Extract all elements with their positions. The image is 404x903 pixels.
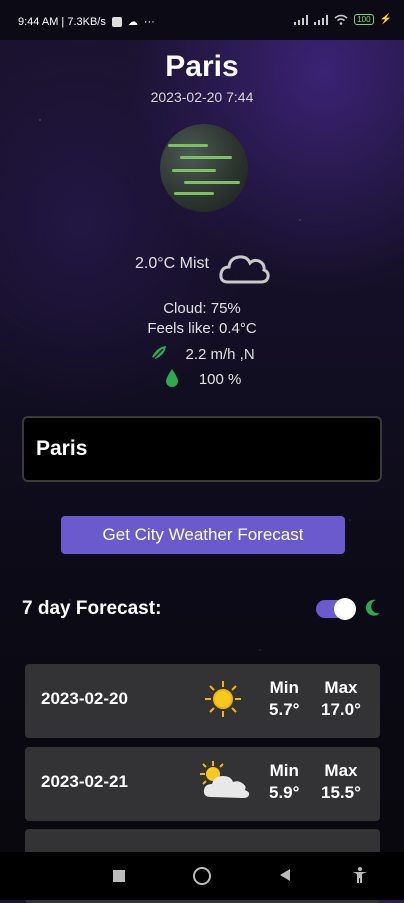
forecast-card: 2023-02-21 Min 5.9° Max 15.5° bbox=[25, 747, 380, 821]
recent-apps-icon[interactable] bbox=[113, 870, 125, 882]
theme-toggle[interactable] bbox=[316, 598, 356, 620]
max-label: Max bbox=[324, 678, 358, 697]
max-column: Max 15.5° bbox=[321, 761, 361, 803]
current-datetime: 2023-02-20 7:44 bbox=[150, 89, 254, 105]
back-icon[interactable] bbox=[278, 868, 292, 882]
max-column: Max 17.0° bbox=[321, 678, 361, 720]
temp-condition-text: 2.0°C Mist bbox=[135, 255, 209, 272]
cloud-coverage: Cloud: 75% bbox=[163, 300, 241, 317]
home-icon[interactable] bbox=[193, 867, 211, 885]
accessibility-icon[interactable] bbox=[352, 866, 368, 884]
min-column: Min 5.9° bbox=[269, 761, 299, 803]
feels-like: Feels like: 0.4°C bbox=[147, 320, 257, 337]
signal-icon-2 bbox=[314, 14, 329, 25]
max-value: 15.5° bbox=[321, 783, 361, 802]
min-column: Min 5.7° bbox=[269, 678, 299, 720]
status-right: 100 ⚡ bbox=[294, 14, 392, 25]
forecast-card: 2023-02-20 Min 5.7° Max 17.0° bbox=[25, 664, 380, 738]
wind-icon bbox=[150, 346, 167, 362]
temp-and-condition: 2.0°C Mist bbox=[0, 255, 404, 273]
moon-icon bbox=[365, 599, 380, 616]
wind-row: 2.2 m/h ,N bbox=[0, 343, 404, 363]
linkedin-icon bbox=[111, 17, 122, 27]
status-time-speed: 9:44 AM | 7.3KB/s bbox=[18, 16, 106, 28]
cloud-status-icon: ☁ bbox=[127, 16, 138, 28]
partly-cloudy-icon bbox=[200, 761, 250, 798]
water-drop-icon bbox=[165, 369, 178, 387]
min-label: Min bbox=[269, 678, 299, 697]
max-value: 17.0° bbox=[321, 700, 361, 719]
city-input[interactable] bbox=[22, 416, 382, 482]
forecast-title: 7 day Forecast: bbox=[22, 598, 162, 619]
cloud-icon bbox=[219, 255, 270, 284]
min-label: Min bbox=[269, 761, 299, 780]
get-forecast-button[interactable]: Get City Weather Forecast bbox=[61, 516, 345, 554]
forecast-date: 2023-02-20 bbox=[41, 689, 128, 708]
toggle-knob bbox=[334, 598, 356, 620]
wifi-icon bbox=[334, 14, 348, 25]
min-value: 5.7° bbox=[269, 700, 300, 719]
humidity-row: 100 % bbox=[0, 368, 404, 388]
status-bar: 9:44 AM | 7.3KB/s ☁ ··· 100 ⚡ bbox=[0, 0, 404, 40]
signal-icon bbox=[294, 14, 309, 25]
forecast-date: 2023-02-21 bbox=[41, 772, 128, 791]
max-label: Max bbox=[324, 761, 358, 780]
navigation-bar bbox=[0, 852, 404, 900]
battery-icon: 100 bbox=[354, 14, 374, 25]
sun-icon bbox=[205, 681, 241, 717]
status-left: 9:44 AM | 7.3KB/s ☁ ··· bbox=[18, 16, 155, 28]
wind-text: 2.2 m/h ,N bbox=[185, 346, 255, 363]
city-title: Paris bbox=[165, 50, 239, 83]
humidity-text: 100 % bbox=[198, 371, 242, 388]
more-dots: ··· bbox=[143, 16, 155, 28]
planet-icon bbox=[160, 124, 248, 212]
charging-icon: ⚡ bbox=[379, 14, 392, 25]
min-value: 5.9° bbox=[269, 783, 300, 802]
